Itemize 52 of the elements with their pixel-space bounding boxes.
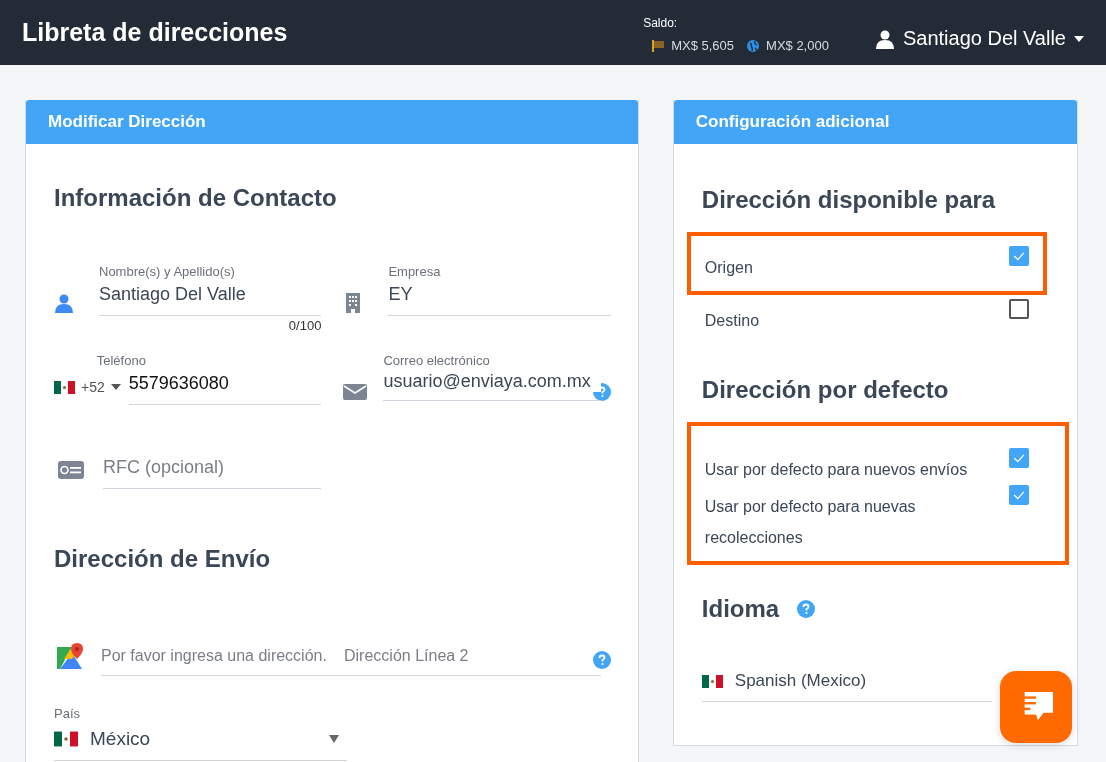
balance-amount: MX$ 2,000 — [766, 38, 829, 53]
option-label: Usar por defecto para nuevas recolecciones — [704, 497, 917, 548]
envelope-icon — [343, 383, 368, 401]
globe-icon — [746, 38, 761, 53]
character-counter: 0/100 — [288, 318, 322, 333]
mexico-flag-icon — [701, 674, 723, 688]
address-line-input[interactable]: Dirección Línea 2 — [344, 643, 601, 676]
field-label: Teléfono — [96, 353, 147, 369]
section-heading: Idioma — [701, 595, 780, 623]
checkbox[interactable] — [1009, 448, 1029, 468]
caret-icon — [110, 384, 121, 390]
mexico-flag-icon — [54, 731, 78, 747]
balance-label: Saldo: — [643, 16, 679, 30]
name-input[interactable]: Santiago Del Valle — [99, 280, 322, 316]
country-select[interactable]: México — [54, 722, 347, 761]
flag-icon — [651, 38, 666, 53]
help-icon[interactable] — [797, 600, 816, 618]
caret-icon — [1074, 35, 1084, 42]
caret-icon — [329, 735, 339, 743]
user-icon — [874, 28, 895, 49]
option-label: Origen — [704, 258, 753, 278]
option-label: Usar por defecto para nuevos envíos — [704, 460, 968, 480]
phone-input[interactable]: 5579636080 — [128, 369, 322, 405]
checkbox[interactable] — [1009, 299, 1029, 319]
mexico-flag-icon — [54, 380, 75, 394]
country-code-dropdown[interactable]: +52 — [54, 379, 121, 395]
section-heading: Dirección de Envío — [54, 545, 272, 573]
field-label: Empresa — [388, 264, 442, 280]
help-icon[interactable] — [592, 383, 611, 401]
language-select[interactable]: Spanish (Mexico) — [701, 671, 992, 702]
card-header: Configuración adicional — [673, 100, 1077, 144]
map-pin-icon — [56, 643, 84, 671]
section-heading: Información de Contacto — [54, 184, 338, 212]
chat-button[interactable] — [1000, 671, 1072, 743]
company-input[interactable]: EY — [388, 280, 611, 316]
money-card-icon — [58, 461, 84, 479]
field-label: Correo electrónico — [383, 353, 491, 369]
person-icon — [54, 292, 74, 314]
rfc-input[interactable]: RFC (opcional) — [103, 453, 322, 489]
field-label: País — [54, 706, 81, 722]
card-header: Modificar Dirección — [26, 100, 638, 144]
option-label: Destino — [704, 311, 760, 331]
balance-amount: MX$ 5,605 — [671, 38, 735, 53]
address-input[interactable]: Por favor ingresa una dirección. — [101, 643, 344, 676]
checkbox[interactable] — [1009, 485, 1029, 505]
page-title: Libreta de direcciones — [22, 18, 289, 47]
user-menu[interactable]: Santiago Del Valle — [874, 27, 1084, 50]
field-label: Nombre(s) y Apellido(s) — [99, 264, 236, 280]
section-heading: Dirección por defecto — [701, 376, 950, 404]
checkbox[interactable] — [1009, 246, 1029, 266]
help-icon[interactable] — [592, 651, 611, 669]
section-heading: Dirección disponible para — [701, 186, 997, 214]
